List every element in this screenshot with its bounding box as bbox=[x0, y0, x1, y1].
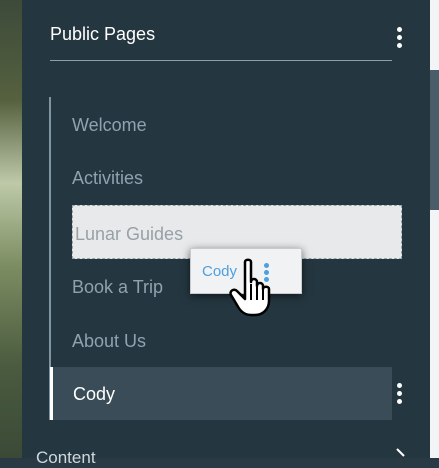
page-item-label: Lunar Guides bbox=[75, 224, 184, 244]
more-vertical-icon[interactable] bbox=[396, 383, 402, 404]
header-divider bbox=[50, 60, 392, 61]
page-item-cody-selected[interactable]: Cody bbox=[50, 367, 392, 420]
chevron-right-icon[interactable] bbox=[392, 448, 410, 462]
content-section-label[interactable]: Content bbox=[36, 448, 96, 468]
page-item-label: Cody bbox=[73, 384, 116, 404]
hand-pointer-icon bbox=[229, 258, 271, 317]
scrollbar-thumb[interactable] bbox=[430, 70, 439, 210]
background-photo-strip bbox=[0, 0, 22, 458]
page-item-about-us[interactable]: About Us bbox=[72, 331, 146, 352]
page-item-activities[interactable]: Activities bbox=[72, 168, 143, 189]
more-vertical-icon[interactable] bbox=[396, 27, 402, 48]
page-item-book-a-trip[interactable]: Book a Trip bbox=[72, 277, 163, 298]
page-item-welcome[interactable]: Welcome bbox=[72, 115, 147, 136]
panel-title: Public Pages bbox=[50, 24, 156, 44]
right-scroll-area bbox=[430, 0, 439, 458]
